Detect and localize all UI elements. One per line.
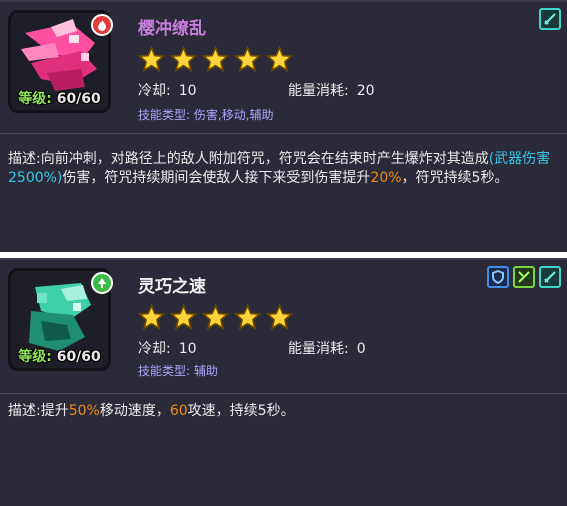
energy-cost-stat: 能量消耗: 20 [288,83,375,99]
sword-icon[interactable] [539,266,561,288]
star-icon [202,46,229,72]
skill-card-2: 等级: 60/60 灵巧之速 冷却: 10 能量消耗: 0 技能类型: 辅助 描述:… [0,258,567,506]
star-icon [138,304,165,330]
fire-element-icon [91,14,113,36]
star-icon [234,304,261,330]
cooldown-stat: 冷却: 10 [138,83,197,99]
weapon-swap-icon[interactable] [513,266,535,288]
star-rating [138,46,293,73]
skill-name: 灵巧之速 [138,277,206,297]
sword-icon[interactable] [539,8,561,30]
skill-card-1: 等级: 60/60 樱冲缭乱 冷却: 10 能量消耗: 20 技能类型: 伤害,移动… [0,0,567,252]
corner-icons [487,266,561,288]
nature-element-icon [91,272,113,294]
star-icon [234,46,261,72]
skill-description: 描述:提升50%移动速度，60攻速，持续5秒。 [8,403,295,419]
corner-icons [539,8,561,30]
shield-icon[interactable] [487,266,509,288]
star-icon [138,46,165,72]
energy-cost-stat: 能量消耗: 0 [288,341,366,357]
star-icon [170,304,197,330]
star-icon [202,304,229,330]
star-rating [138,304,293,331]
skill-type: 技能类型: 伤害,移动,辅助 [138,108,274,122]
skill-level: 等级: 60/60 [18,349,101,365]
skill-level: 等级: 60/60 [18,91,101,107]
divider [0,393,567,394]
star-icon [266,46,293,72]
star-icon [170,46,197,72]
skill-type: 技能类型: 辅助 [138,364,218,378]
skill-name: 樱冲缭乱 [138,19,206,39]
cooldown-stat: 冷却: 10 [138,341,197,357]
skill-description: 描述:向前冲刺，对路径上的敌人附加符咒，符咒会在结束时产生爆炸对其造成(武器伤害… [8,151,551,186]
star-icon [266,304,293,330]
divider [0,133,567,134]
